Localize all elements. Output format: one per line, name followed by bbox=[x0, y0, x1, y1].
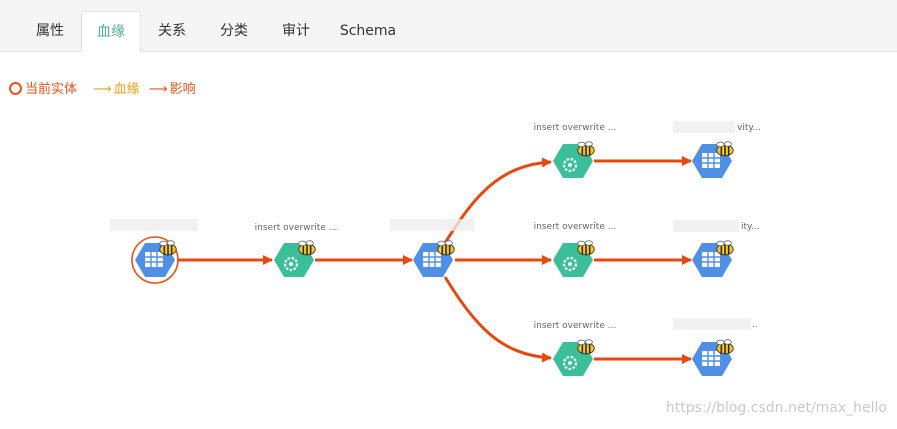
blurred-label bbox=[673, 318, 751, 330]
table-label: .. bbox=[752, 320, 758, 330]
table-node[interactable] bbox=[413, 240, 456, 277]
table-icon bbox=[702, 351, 720, 366]
process-label: insert overwrite ... bbox=[534, 222, 617, 232]
table-label: ity... bbox=[741, 222, 760, 232]
hive-icon bbox=[576, 141, 596, 157]
watermark: https://blog.csdn.net/max_hello bbox=[665, 400, 887, 416]
hive-icon bbox=[715, 339, 735, 355]
process-node[interactable] bbox=[553, 240, 596, 277]
hive-icon bbox=[715, 240, 735, 256]
edge-t2-p4[interactable] bbox=[443, 276, 552, 363]
table-node[interactable] bbox=[692, 339, 735, 376]
table-node-current[interactable] bbox=[131, 236, 179, 284]
process-node[interactable] bbox=[553, 339, 596, 376]
process-node[interactable] bbox=[553, 141, 596, 178]
table-node[interactable] bbox=[692, 141, 735, 178]
blurred-label bbox=[390, 219, 474, 231]
table-icon bbox=[145, 252, 163, 267]
table-icon bbox=[702, 252, 720, 267]
table-node[interactable] bbox=[692, 240, 735, 277]
lineage-graph: insert overwrite ... insert overwrite ..… bbox=[110, 121, 761, 376]
blurred-label bbox=[110, 219, 198, 231]
hive-icon bbox=[576, 240, 596, 256]
table-icon bbox=[702, 153, 720, 168]
table-icon bbox=[423, 252, 441, 267]
blurred-label bbox=[673, 220, 739, 232]
process-label: insert overwrite ... bbox=[534, 321, 617, 331]
hive-icon bbox=[576, 339, 596, 355]
process-label: insert overwrite ... bbox=[255, 223, 338, 233]
table-label: vity... bbox=[737, 123, 761, 133]
hive-icon bbox=[158, 240, 178, 256]
process-node[interactable] bbox=[274, 240, 317, 277]
process-label: insert overwrite ... bbox=[534, 123, 617, 133]
hive-icon bbox=[436, 240, 456, 256]
blurred-label bbox=[673, 121, 735, 133]
hive-icon bbox=[297, 240, 317, 256]
hive-icon bbox=[715, 141, 735, 157]
